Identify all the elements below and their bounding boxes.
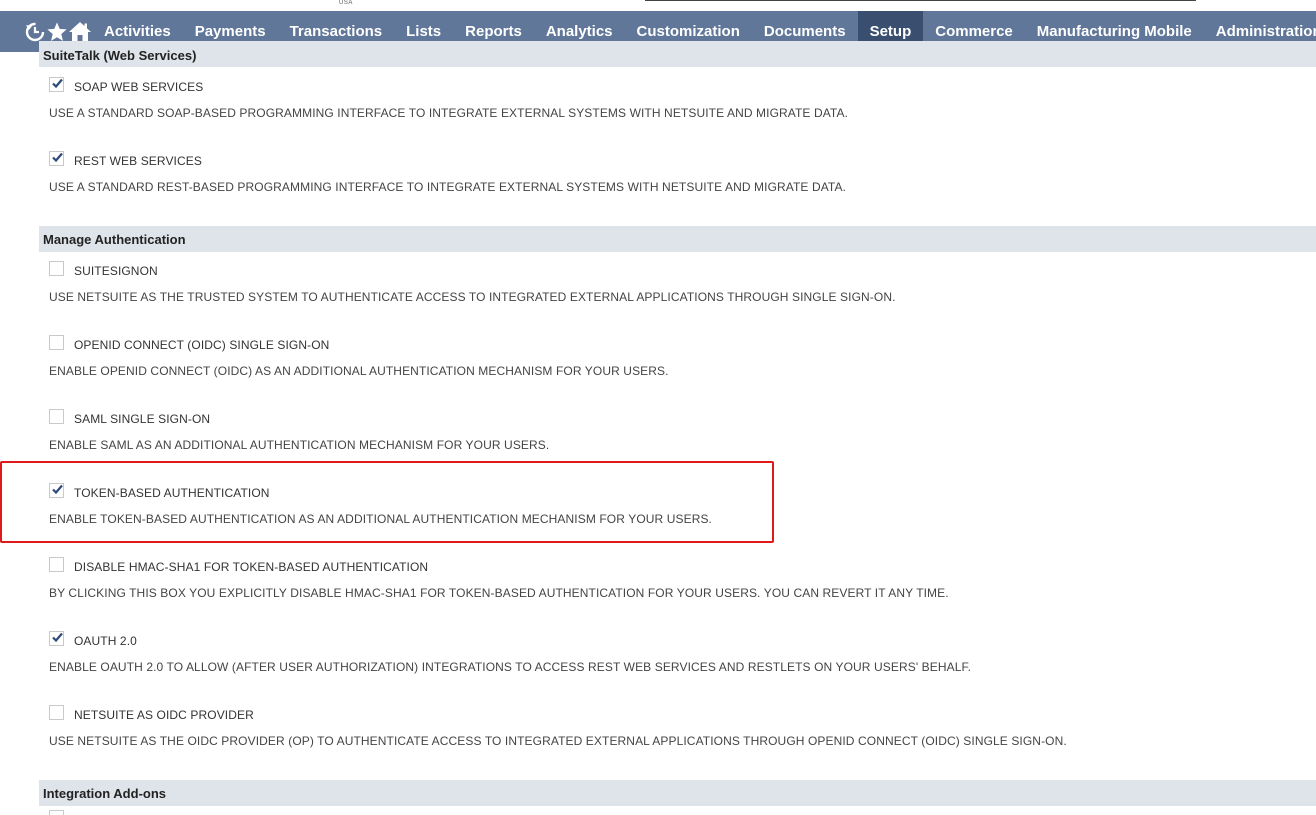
option-label: NETSUITE AS OIDC PROVIDER bbox=[74, 708, 254, 722]
option-description: BY CLICKING THIS BOX YOU EXPLICITLY DISA… bbox=[49, 586, 949, 600]
option-label: OAUTH 2.0 bbox=[74, 634, 137, 648]
option-disable-hmac-sha1: DISABLE HMAC-SHA1 FOR TOKEN-BASED AUTHEN… bbox=[49, 556, 1309, 600]
oidc-sso-checkbox[interactable] bbox=[49, 334, 64, 350]
section-manage-authentication: Manage Authentication bbox=[39, 226, 1316, 252]
country-label: USA bbox=[339, 0, 353, 6]
oidc-provider-checkbox[interactable] bbox=[49, 704, 64, 720]
partial-checkbox[interactable] bbox=[49, 810, 64, 815]
section-integration-add-ons: Integration Add-ons bbox=[39, 780, 1316, 806]
option-label: SUITESIGNON bbox=[74, 264, 158, 278]
option-oidc-sso: OPENID CONNECT (OIDC) SINGLE SIGN-ON ENA… bbox=[49, 334, 1309, 378]
search-underline bbox=[645, 0, 1196, 1]
option-label: SAML SINGLE SIGN-ON bbox=[74, 412, 211, 426]
saml-checkbox[interactable] bbox=[49, 408, 64, 424]
hmac-checkbox[interactable] bbox=[49, 556, 64, 572]
option-suitesignon: SUITESIGNON USE NETSUITE AS THE TRUSTED … bbox=[49, 260, 1309, 304]
option-label: OPENID CONNECT (OIDC) SINGLE SIGN-ON bbox=[74, 338, 330, 352]
option-description: USE NETSUITE AS THE TRUSTED SYSTEM TO AU… bbox=[49, 290, 896, 304]
soap-checkbox[interactable] bbox=[49, 76, 64, 92]
option-label: SOAP WEB SERVICES bbox=[74, 80, 204, 94]
checkmark-icon bbox=[52, 152, 63, 162]
option-netsuite-oidc-provider: NETSUITE AS OIDC PROVIDER USE NETSUITE A… bbox=[49, 704, 1309, 748]
option-saml-sso: SAML SINGLE SIGN-ON ENABLE SAML AS AN AD… bbox=[49, 408, 1309, 452]
option-description: ENABLE OPENID CONNECT (OIDC) AS AN ADDIT… bbox=[49, 364, 669, 378]
option-rest-web-services: REST WEB SERVICES USE A STANDARD REST-BA… bbox=[49, 150, 1309, 194]
option-soap-web-services: SOAP WEB SERVICES USE A STANDARD SOAP-BA… bbox=[49, 76, 1309, 120]
option-description: USE A STANDARD SOAP-BASED PROGRAMMING IN… bbox=[49, 106, 849, 120]
suitesignon-checkbox[interactable] bbox=[49, 260, 64, 276]
checkmark-icon bbox=[52, 632, 63, 642]
section-suitetalk: SuiteTalk (Web Services) bbox=[39, 41, 1316, 67]
option-oauth2: OAUTH 2.0 ENABLE OAUTH 2.0 TO ALLOW (AFT… bbox=[49, 630, 1309, 674]
option-description: USE NETSUITE AS THE OIDC PROVIDER (OP) T… bbox=[49, 734, 1067, 748]
top-strip: USA bbox=[0, 0, 1316, 11]
option-label: DISABLE HMAC-SHA1 FOR TOKEN-BASED AUTHEN… bbox=[74, 560, 429, 574]
option-description: USE A STANDARD REST-BASED PROGRAMMING IN… bbox=[49, 180, 847, 194]
oauth2-checkbox[interactable] bbox=[49, 630, 64, 646]
highlight-box bbox=[0, 461, 774, 543]
checkmark-icon bbox=[52, 78, 63, 88]
rest-checkbox[interactable] bbox=[49, 150, 64, 166]
option-description: ENABLE SAML AS AN ADDITIONAL AUTHENTICAT… bbox=[49, 438, 550, 452]
option-label: REST WEB SERVICES bbox=[74, 154, 202, 168]
option-description: ENABLE OAUTH 2.0 TO ALLOW (AFTER USER AU… bbox=[49, 660, 972, 674]
